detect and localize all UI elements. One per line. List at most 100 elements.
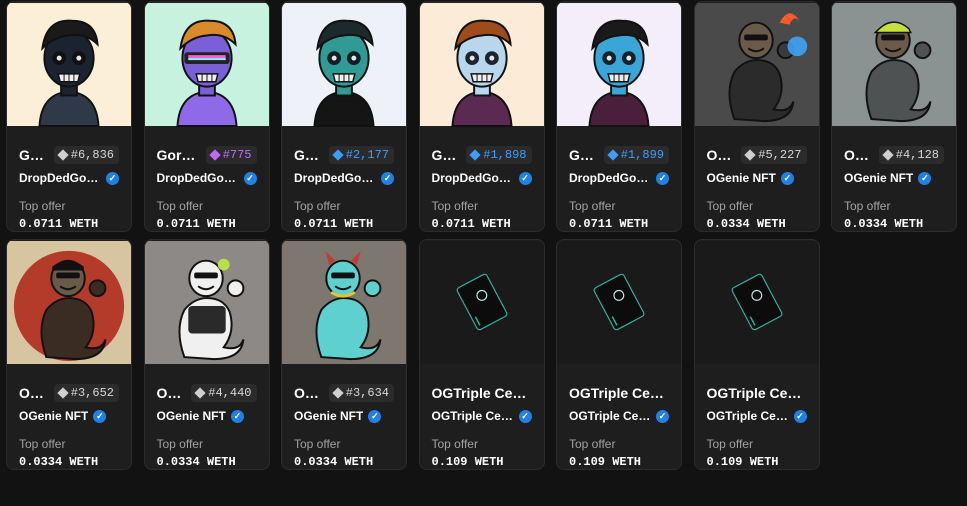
nft-image[interactable] — [694, 240, 819, 365]
collection-row[interactable]: DropDedGor… ✓ — [157, 169, 257, 187]
collection-row[interactable]: OGenie NFT ✓ — [19, 407, 119, 425]
rarity-rank-badge[interactable]: #4,128 — [878, 146, 944, 164]
collection-name[interactable]: DropDedGor… — [157, 171, 239, 185]
top-offer-label: Top offer — [19, 199, 66, 213]
collection-name[interactable]: OGTriple Certifi… — [707, 409, 789, 423]
diamond-icon — [882, 149, 894, 161]
top-offer-value: 0.0334 WETH — [844, 217, 924, 231]
nft-name[interactable]: OGTriple Cert… — [707, 385, 807, 401]
rarity-rank-value: #4,440 — [208, 386, 252, 400]
collection-name[interactable]: OGenie NFT — [844, 171, 913, 185]
collection-row[interactable]: OGenie NFT ✓ — [157, 407, 257, 425]
collection-name[interactable]: OGenie NFT — [19, 409, 88, 423]
nft-card[interactable]: G… #6,836 DropDedGor… ✓ Top offer 0.0711 WETH — [6, 1, 132, 232]
collection-row[interactable]: OGenie NFT ✓ — [294, 407, 394, 425]
rarity-rank-value: #1,899 — [620, 148, 664, 162]
top-offer-value: 0.0334 WETH — [294, 455, 374, 469]
nft-card[interactable]: OGTriple Cert… OGTriple Certifi… ✓ Top offe… — [693, 239, 820, 470]
nft-name[interactable]: G… — [432, 147, 461, 163]
top-offer-value: 0.109 WETH — [706, 455, 779, 469]
rarity-rank-badge[interactable]: #5,227 — [741, 146, 807, 164]
rarity-rank-value: #3,634 — [345, 386, 389, 400]
nft-image[interactable] — [694, 2, 819, 127]
collection-row[interactable]: OGTriple Certifi… ✓ — [569, 407, 669, 425]
nft-image[interactable] — [282, 2, 406, 127]
nft-name[interactable]: Gor… — [157, 147, 200, 163]
nft-image[interactable] — [557, 2, 681, 127]
collection-row[interactable]: OGenie NFT ✓ — [707, 169, 807, 187]
rarity-rank-value: #2,177 — [345, 148, 389, 162]
collection-row[interactable]: DropDedGor… ✓ — [19, 169, 119, 187]
top-offer-value: 0.109 WETH — [569, 455, 642, 469]
rarity-rank-value: #4,128 — [895, 148, 939, 162]
collection-name[interactable]: DropDedGor… — [294, 171, 376, 185]
rarity-rank-badge[interactable]: #1,898 — [466, 146, 532, 164]
rarity-rank-value: #775 — [222, 148, 252, 162]
rarity-rank-badge[interactable]: #3,652 — [53, 384, 119, 402]
nft-card[interactable]: O… #4,128 OGenie NFT ✓ Top offer 0.0334 WETH — [831, 1, 957, 232]
nft-card[interactable]: G… #1,898 DropDedGor… ✓ Top offer 0.0711 WETH — [418, 1, 545, 232]
collection-row[interactable]: DropDedGor… ✓ — [294, 169, 394, 187]
rarity-rank-badge[interactable]: #775 — [205, 146, 257, 164]
verified-badge-icon: ✓ — [656, 409, 669, 423]
nft-card[interactable]: G… #1,899 DropDedGor… ✓ Top offer 0.0711 WETH — [556, 1, 682, 232]
nft-info: G… #1,899 DropDedGor… ✓ Top offer 0.0711 WETH — [557, 142, 681, 231]
nft-card[interactable]: O… #3,652 OGenie NFT ✓ Top offer 0.0334 WETH — [6, 239, 132, 470]
rarity-rank-badge[interactable]: #1,899 — [603, 146, 669, 164]
nft-info: G… #6,836 DropDedGor… ✓ Top offer 0.0711 WETH — [7, 142, 131, 231]
rarity-rank-badge[interactable]: #2,177 — [328, 146, 394, 164]
collection-name[interactable]: OGTriple Certifi… — [569, 409, 651, 423]
nft-card[interactable]: O… #3,634 OGenie NFT ✓ Top offer 0.0334 WETH — [281, 239, 407, 470]
collection-row[interactable]: OGenie NFT ✓ — [844, 169, 944, 187]
nft-name[interactable]: G… — [294, 147, 323, 163]
nft-name[interactable]: O… — [294, 385, 323, 401]
nft-image[interactable] — [832, 2, 956, 127]
collection-name[interactable]: OGenie NFT — [157, 409, 226, 423]
nft-info: O… #3,634 OGenie NFT ✓ Top offer 0.0334 WETH — [282, 380, 406, 469]
collection-name[interactable]: DropDedGor… — [432, 171, 514, 185]
collection-name[interactable]: DropDedGor… — [569, 171, 651, 185]
collection-name[interactable]: DropDedGor… — [19, 171, 101, 185]
collection-name[interactable]: OGenie NFT — [707, 171, 776, 185]
collection-row[interactable]: OGTriple Certifi… ✓ — [707, 407, 807, 425]
nft-card[interactable]: OGTriple Cert… OGTriple Certifi… ✓ Top offe… — [418, 239, 545, 470]
nft-name[interactable]: O… — [157, 385, 186, 401]
nft-card[interactable]: O… #4,440 OGenie NFT ✓ Top offer 0.0334 WETH — [143, 239, 270, 470]
collection-name[interactable]: OGTriple Certifi… — [432, 409, 514, 423]
collection-name[interactable]: OGenie NFT — [294, 409, 363, 423]
nft-card[interactable]: G… #2,177 DropDedGor… ✓ Top offer 0.0711 WETH — [281, 1, 407, 232]
nft-title-row: G… #2,177 — [294, 142, 394, 168]
nft-name[interactable]: G… — [569, 147, 598, 163]
nft-name[interactable]: G… — [19, 147, 48, 163]
nft-info: O… #3,652 OGenie NFT ✓ Top offer 0.0334 WETH — [7, 380, 131, 469]
nft-image[interactable] — [144, 2, 269, 127]
collection-row[interactable]: DropDedGor… ✓ — [432, 169, 532, 187]
nft-image[interactable] — [419, 2, 544, 127]
nft-name[interactable]: O… — [707, 147, 736, 163]
nft-card[interactable]: O… #5,227 OGenie NFT ✓ Top offer 0.0334 WETH — [693, 1, 820, 232]
verified-badge-icon: ✓ — [918, 171, 932, 185]
nft-info: Gor… #775 DropDedGor… ✓ Top offer 0.0711 WETH — [145, 142, 269, 231]
nft-image[interactable] — [419, 240, 544, 365]
nft-info: OGTriple Cert… OGTriple Certifi… ✓ Top offe… — [695, 380, 819, 469]
nft-image[interactable] — [7, 240, 131, 365]
nft-name[interactable]: O… — [844, 147, 873, 163]
rarity-rank-badge[interactable]: #4,440 — [191, 384, 257, 402]
collection-row[interactable]: OGTriple Certifi… ✓ — [432, 407, 532, 425]
top-offer-label: Top offer — [706, 199, 753, 213]
nft-name[interactable]: OGTriple Cert… — [569, 385, 669, 401]
nft-name[interactable]: OGTriple Cert… — [432, 385, 532, 401]
verified-badge-icon: ✓ — [93, 409, 107, 423]
nft-name[interactable]: O… — [19, 385, 48, 401]
nft-image[interactable] — [282, 240, 406, 365]
nft-image[interactable] — [7, 2, 131, 127]
diamond-icon — [332, 149, 344, 161]
nft-card[interactable]: Gor… #775 DropDedGor… ✓ Top offer 0.0711 WETH — [143, 1, 270, 232]
rarity-rank-badge[interactable]: #3,634 — [328, 384, 394, 402]
nft-image[interactable] — [144, 240, 269, 365]
collection-row[interactable]: DropDedGor… ✓ — [569, 169, 669, 187]
nft-image[interactable] — [557, 240, 681, 365]
rarity-rank-badge[interactable]: #6,836 — [53, 146, 119, 164]
top-offer-label: Top offer — [431, 437, 478, 451]
nft-card[interactable]: OGTriple Cert… OGTriple Certifi… ✓ Top offe… — [556, 239, 682, 470]
